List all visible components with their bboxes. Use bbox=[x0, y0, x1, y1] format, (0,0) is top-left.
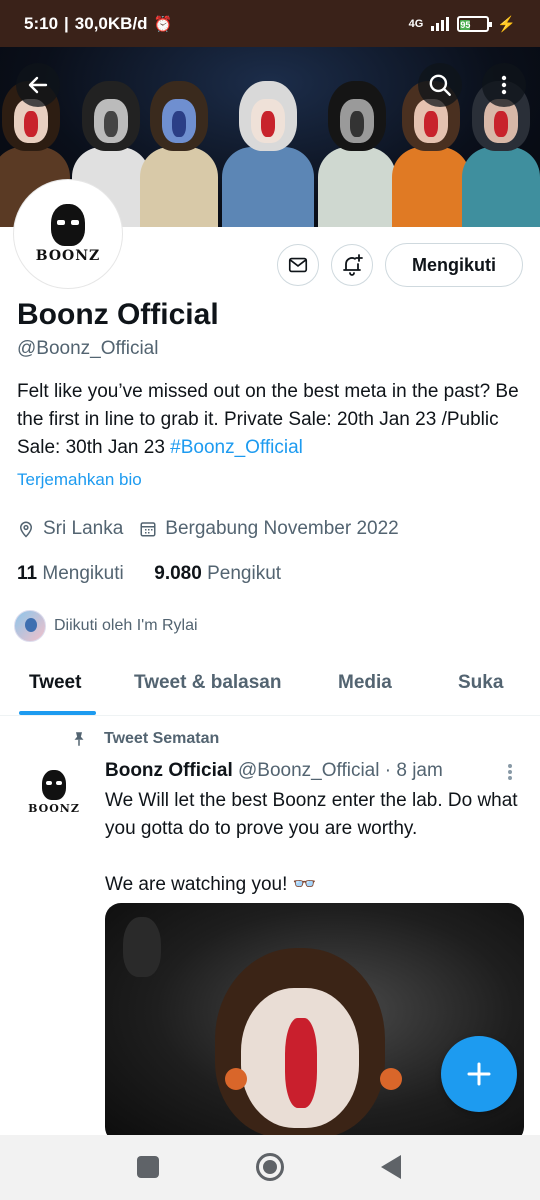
translate-bio-link[interactable]: Terjemahkan bio bbox=[17, 470, 142, 490]
tweet-avatar-text: BOONZ bbox=[28, 802, 80, 815]
banner-figure bbox=[140, 81, 218, 227]
bell-plus-icon bbox=[343, 254, 363, 276]
tweet-author-avatar[interactable]: BOONZ bbox=[28, 770, 80, 830]
bio-hashtag-link[interactable]: #Boonz_Official bbox=[170, 437, 303, 458]
followers-count: 9.080 bbox=[154, 563, 202, 584]
calendar-icon bbox=[139, 520, 157, 538]
following-link[interactable]: 11 Mengikuti bbox=[17, 563, 124, 584]
notification-button[interactable] bbox=[331, 244, 373, 286]
more-options-button[interactable] bbox=[482, 63, 526, 107]
tweet-text-line: We Will let the best Boonz enter the lab… bbox=[105, 790, 518, 839]
mail-icon bbox=[288, 257, 308, 273]
follower-avatar bbox=[14, 610, 46, 642]
avatar-logo-text: BOONZ bbox=[35, 248, 101, 264]
network-type: 4G bbox=[408, 17, 424, 30]
display-name: Boonz Official bbox=[17, 298, 219, 331]
message-button[interactable] bbox=[277, 244, 319, 286]
tweet-text: We Will let the best Boonz enter the lab… bbox=[105, 787, 525, 899]
lamp-left bbox=[225, 1068, 247, 1090]
alarm-icon: ⏰ bbox=[153, 15, 173, 33]
location-text: Sri Lanka bbox=[43, 518, 124, 539]
tweet-author-name[interactable]: Boonz Official bbox=[105, 760, 233, 781]
monkey-head bbox=[215, 948, 385, 1138]
followers-link[interactable]: 9.080 Pengikut bbox=[154, 563, 281, 584]
tab-likes[interactable]: Suka bbox=[458, 672, 503, 694]
boonz-watermark-icon bbox=[123, 917, 161, 977]
profile-bio: Felt like you’ve missed out on the best … bbox=[17, 378, 527, 462]
home-button[interactable] bbox=[256, 1153, 284, 1181]
battery-icon: 95 bbox=[457, 15, 493, 32]
pinned-label: Tweet Sematan bbox=[104, 730, 220, 747]
battery-level: 95 bbox=[460, 19, 471, 30]
profile-tabs: Tweet Tweet & balasan Media Suka bbox=[0, 660, 540, 716]
location-icon bbox=[17, 520, 35, 538]
followed-by-text: Diikuti oleh I'm Rylai bbox=[54, 617, 198, 634]
user-handle: @Boonz_Official bbox=[17, 338, 159, 359]
active-tab-indicator bbox=[19, 711, 96, 715]
plus-icon bbox=[467, 1062, 491, 1086]
tweet-time: · 8 jam bbox=[384, 760, 443, 781]
following-button[interactable]: Mengikuti bbox=[385, 243, 523, 287]
charging-icon: ⚡ bbox=[497, 15, 516, 33]
search-button[interactable] bbox=[418, 63, 462, 107]
tweet-author-handle: @Boonz_Official bbox=[238, 760, 380, 781]
status-bar: 5:10 | 30,0KB/d ⏰ 4G 95 ⚡ bbox=[0, 0, 540, 47]
following-label: Mengikuti bbox=[42, 563, 124, 584]
followed-by[interactable]: Diikuti oleh I'm Rylai bbox=[14, 610, 198, 642]
banner-figure bbox=[318, 81, 396, 227]
followers-label: Pengikut bbox=[207, 563, 282, 584]
signal-icon bbox=[431, 16, 450, 31]
profile-avatar[interactable]: BOONZ bbox=[14, 180, 122, 288]
tweet-more-button[interactable] bbox=[508, 762, 514, 782]
boonz-logo-icon bbox=[42, 770, 66, 800]
recents-button[interactable] bbox=[137, 1156, 159, 1178]
following-count: 11 bbox=[17, 563, 38, 584]
back-nav-button[interactable] bbox=[381, 1155, 401, 1179]
tab-media[interactable]: Media bbox=[338, 672, 392, 694]
compose-tweet-button[interactable] bbox=[441, 1036, 517, 1112]
status-net-speed: 30,0KB/d bbox=[74, 13, 148, 33]
back-button[interactable] bbox=[16, 63, 60, 107]
status-time: 5:10 bbox=[24, 13, 59, 33]
tab-tweet[interactable]: Tweet bbox=[29, 672, 81, 694]
banner-figure bbox=[222, 81, 314, 227]
tab-tweet-replies[interactable]: Tweet & balasan bbox=[134, 672, 281, 694]
more-vertical-icon bbox=[501, 75, 507, 95]
pin-icon bbox=[74, 732, 84, 746]
back-arrow-icon bbox=[28, 76, 48, 94]
status-divider: | bbox=[64, 13, 69, 33]
profile-meta: Sri Lanka Bergabung November 2022 bbox=[17, 518, 399, 540]
tweet-header: Boonz Official @Boonz_Official · 8 jam bbox=[105, 760, 443, 782]
pinned-label-row: Tweet Sematan bbox=[70, 730, 219, 748]
joined-date: Bergabung November 2022 bbox=[165, 518, 399, 539]
system-nav-bar bbox=[0, 1135, 540, 1200]
lamp-right bbox=[380, 1068, 402, 1090]
boonz-logo-icon bbox=[51, 204, 85, 246]
search-icon bbox=[429, 74, 451, 96]
follow-stats: 11 Mengikuti 9.080 Pengikut bbox=[17, 563, 281, 585]
tweet-text-line: We are watching you! 👓 bbox=[105, 874, 317, 895]
